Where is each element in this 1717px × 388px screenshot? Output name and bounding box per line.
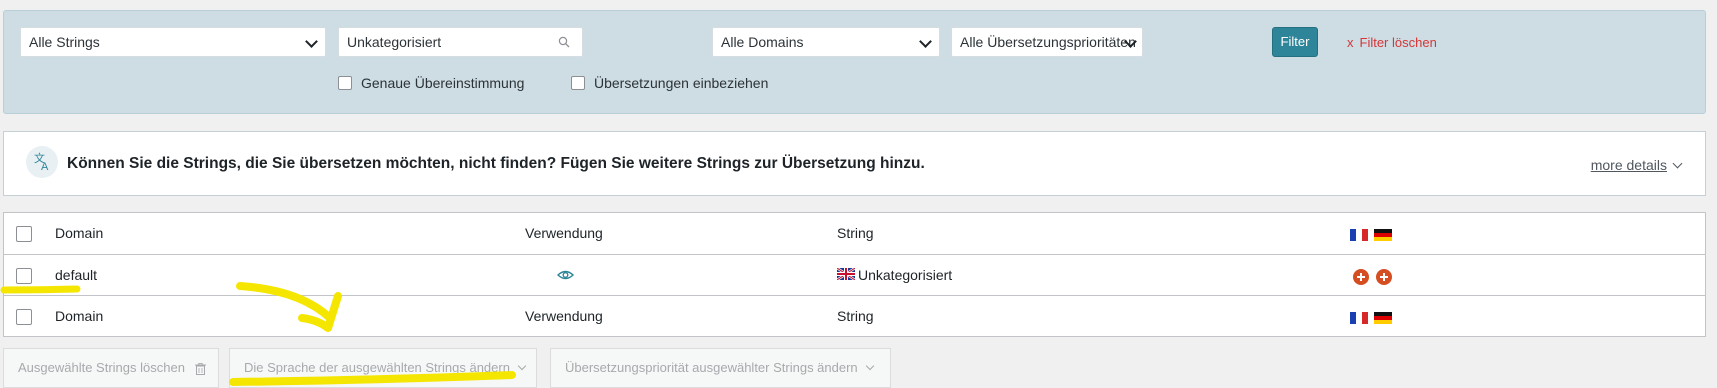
chevron-down-icon (305, 35, 318, 48)
column-footer-string[interactable]: String (837, 308, 874, 324)
eye-icon[interactable] (557, 269, 574, 281)
priority-select-value: Alle Übersetzungsprioritäten (960, 34, 1136, 50)
strings-select-value: Alle Strings (29, 34, 100, 50)
search-input-value: Unkategorisiert (347, 34, 442, 50)
strings-select[interactable]: Alle Strings (20, 27, 326, 57)
delete-selected-label: Ausgewählte Strings löschen (18, 360, 185, 375)
flag-uk-icon (837, 268, 855, 281)
more-details-label: more details (1590, 157, 1667, 173)
select-all-checkbox[interactable] (16, 226, 32, 242)
row-string-text: Unkategorisiert (858, 267, 953, 283)
priority-select[interactable]: Alle Übersetzungsprioritäten (951, 27, 1143, 57)
include-translations-label: Übersetzungen einbeziehen (594, 75, 769, 91)
chevron-down-icon (919, 35, 932, 48)
search-input[interactable]: Unkategorisiert (338, 27, 583, 57)
change-priority-label: Übersetzungspriorität ausgewählter Strin… (565, 360, 858, 375)
chevron-down-icon (865, 361, 874, 371)
add-strings-notice: 文 A Können Sie die Strings, die Sie über… (3, 131, 1706, 196)
column-header-string[interactable]: String (837, 225, 874, 241)
include-translations-checkbox[interactable] (571, 76, 585, 90)
delete-selected-button[interactable]: Ausgewählte Strings löschen (3, 348, 219, 388)
row-domain: default (55, 267, 98, 283)
clear-x-icon: x (1347, 35, 1354, 50)
flag-fr-icon (1350, 312, 1368, 325)
strings-table: Domain Verwendung String default Unkateg… (3, 212, 1706, 337)
domains-select[interactable]: Alle Domains (712, 27, 940, 57)
flag-fr-icon (1350, 229, 1368, 242)
clear-filter-link[interactable]: x Filter löschen (1347, 35, 1437, 50)
notice-text: Können Sie die Strings, die Sie übersetz… (67, 155, 925, 172)
flag-de-icon (1373, 312, 1392, 325)
exact-match-label: Genaue Übereinstimmung (361, 75, 525, 91)
translate-icon: 文 A (26, 146, 58, 178)
column-footer-usage: Verwendung (525, 308, 603, 324)
column-header-domain[interactable]: Domain (55, 225, 103, 241)
row-string: Unkategorisiert (837, 267, 952, 283)
select-all-checkbox-footer[interactable] (16, 309, 32, 325)
column-footer-domain[interactable]: Domain (55, 308, 103, 324)
trash-icon (194, 362, 206, 375)
more-details-link[interactable]: more details (1590, 157, 1683, 173)
table-footer: Domain Verwendung String (4, 295, 1705, 337)
change-language-dropdown[interactable]: Die Sprache der ausgewählten Strings änd… (229, 348, 537, 388)
clear-filter-label: Filter löschen (1359, 35, 1437, 50)
column-header-usage: Verwendung (525, 225, 603, 241)
include-translations-option[interactable]: Übersetzungen einbeziehen (571, 75, 768, 91)
filter-button[interactable]: Filter (1272, 27, 1318, 57)
change-priority-dropdown[interactable]: Übersetzungspriorität ausgewählter Strin… (550, 348, 891, 388)
change-language-label: Die Sprache der ausgewählten Strings änd… (244, 360, 510, 375)
search-icon[interactable] (558, 36, 570, 48)
plus-circle-icon[interactable] (1353, 269, 1369, 286)
plus-circle-icon[interactable] (1376, 269, 1392, 286)
domains-select-value: Alle Domains (721, 34, 804, 50)
exact-match-option[interactable]: Genaue Übereinstimmung (338, 75, 524, 91)
language-flags (1350, 309, 1392, 325)
row-checkbox[interactable] (16, 268, 32, 284)
svg-text:A: A (41, 161, 49, 173)
table-header: Domain Verwendung String (4, 213, 1705, 254)
translation-actions (1353, 268, 1399, 286)
table-row: default Unkategorisiert (4, 254, 1705, 296)
chevron-down-icon (517, 361, 527, 371)
exact-match-checkbox[interactable] (338, 76, 352, 90)
filter-panel: Alle Strings Unkategorisiert Alle Domain… (3, 10, 1706, 114)
chevron-down-icon (1672, 158, 1683, 169)
flag-de-icon (1373, 229, 1392, 242)
language-flags (1350, 226, 1392, 242)
